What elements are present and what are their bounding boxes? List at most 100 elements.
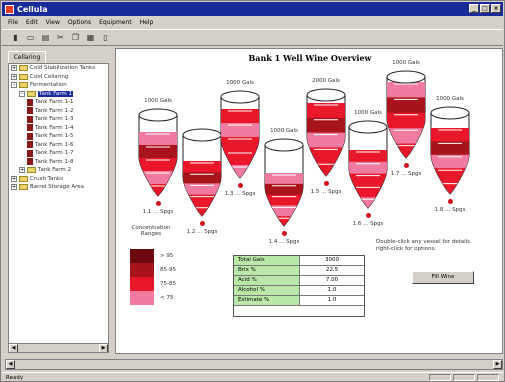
tank-lid [348,120,388,134]
stats-value: 7.00 [300,276,364,285]
tree-item-label: Tank Farm 1 [38,90,74,97]
legend-label: 75-85 [160,281,176,287]
tank-vessel[interactable] [306,87,346,177]
outlet-valve-icon[interactable] [156,201,161,206]
outlet-valve-icon[interactable] [448,199,453,204]
tree-item[interactable]: + Barrel Storage Area [9,183,108,192]
tree-item[interactable]: Tank Farm 1-3 [9,115,108,124]
menu-file[interactable]: File [8,19,18,26]
collapse-icon[interactable]: - [11,82,17,89]
copy-icon[interactable]: ❐ [70,32,81,43]
menu-view[interactable]: View [46,19,60,26]
folder-icon [19,175,28,182]
tree-item[interactable]: + Crush Tanks [9,175,108,184]
outlet-valve-icon[interactable] [238,183,243,188]
expand-icon[interactable]: + [19,167,25,174]
status-panel [429,374,451,381]
menu-help[interactable]: Help [140,19,154,26]
tank-vessel[interactable] [386,69,426,159]
tank-lid [430,106,470,120]
menu-equipment[interactable]: Equipment [99,19,132,26]
stats-value: 22.5 [300,266,364,275]
scroll-left-icon[interactable]: ◀ [9,344,18,352]
minimize-button[interactable]: _ [469,4,479,13]
tank-status-label: 1.8 ... Spgs [434,207,466,213]
tank-capacity-label: 2000 Gals [312,78,340,84]
tree-item[interactable]: - Fermentation [9,81,108,90]
tree-item-label: Tank Farm 1-7 [35,150,74,157]
tree-item[interactable]: + Cold Stabilization Tanks [9,64,108,73]
paste-icon[interactable]: ▦ [85,32,96,43]
tab-cellaring[interactable]: Cellaring [8,51,46,63]
tank-capacity-label: 1000 Gals [144,98,172,104]
menu-bar: File Edit View Options Equipment Help [2,17,503,28]
stats-row: Estimate % 1.0 [234,296,364,306]
save-icon[interactable]: ▤ [40,32,51,43]
tree-item[interactable]: + Tank Farm 2 [9,166,108,175]
tank-graphic [386,70,426,159]
tank-lid [386,70,426,84]
stats-row: Alcohol % 1.0 [234,286,364,296]
expand-icon[interactable]: + [11,175,17,182]
tank-vessel[interactable] [348,119,388,209]
menu-options[interactable]: Options [68,19,91,26]
tank-lid [220,90,260,104]
cut-icon[interactable]: ✂ [55,32,66,43]
stats-key: Brix % [234,266,300,275]
collapse-icon[interactable]: - [19,90,25,97]
stats-key: Estimate % [234,296,300,305]
tank-vessel[interactable] [220,89,260,179]
main-horizontal-scrollbar[interactable]: ◀ ▶ [5,359,503,370]
outlet-valve-icon[interactable] [404,163,409,168]
tree-item[interactable]: Tank Farm 1-1 [9,98,108,107]
open-icon[interactable]: ▭ [25,32,36,43]
tree-item[interactable]: Tank Farm 1-6 [9,141,108,150]
tree-item-label: Cold Stabilization Tanks [30,65,95,72]
scroll-left-icon[interactable]: ◀ [6,360,15,369]
expand-icon[interactable]: + [11,65,17,72]
scroll-right-icon[interactable]: ▶ [493,360,502,369]
outlet-valve-icon[interactable] [366,213,371,218]
tree-item-label: Tank Farm 1-6 [35,141,74,148]
tank-graphic [264,138,304,227]
outlet-valve-icon[interactable] [282,231,287,236]
legend-label: < 75 [160,295,174,301]
tree-item[interactable]: Tank Farm 1-2 [9,107,108,116]
legend-swatch [130,291,154,305]
tree-item[interactable]: Tank Farm 1-7 [9,149,108,158]
menu-edit[interactable]: Edit [26,19,38,26]
tank-vessel[interactable] [182,127,222,217]
tank-vessel[interactable] [430,105,470,195]
tank-status-label: 1.5 ... Spgs [310,189,342,195]
tree-item[interactable]: Tank Farm 1-8 [9,158,108,167]
tree-item[interactable]: - Tank Farm 1 [9,90,108,99]
stats-table: Total Gals 3000 Brix % 22.5 Acid % 7.00 Alcoho… [233,255,365,317]
title-bar[interactable]: Cellula _ □ × [2,2,503,16]
tank-vessel[interactable] [138,107,178,197]
expand-icon[interactable]: + [11,184,17,191]
close-button[interactable]: × [491,4,501,13]
status-panels [429,374,499,381]
folder-icon [19,82,28,89]
outlet-valve-icon[interactable] [200,221,205,226]
tank-vessel[interactable] [264,137,304,227]
outlet-valve-icon[interactable] [324,181,329,186]
tree-item[interactable]: Tank Farm 1-5 [9,132,108,141]
tank-capacity-label: 1000 Gals [436,96,464,102]
scroll-right-icon[interactable]: ▶ [99,344,108,352]
expand-icon[interactable]: + [11,73,17,80]
tank-lid [306,88,346,102]
tree-item-label: Tank Farm 1-2 [35,107,74,114]
tree-horizontal-scrollbar[interactable]: ◀ ▶ [9,343,108,352]
fill-wine-button[interactable]: Fill Wine [412,271,474,284]
tank-graphic [138,108,178,197]
new-icon[interactable]: ▮ [10,32,21,43]
maximize-button[interactable]: □ [480,4,490,13]
tank-icon [27,124,33,132]
tank-icon [27,149,33,157]
tree-item[interactable]: Tank Farm 1-4 [9,124,108,133]
tree-item[interactable]: + Cold Cellaring [9,73,108,82]
print-icon[interactable]: ▯ [100,32,111,43]
tree-item-label: Fermentation [30,82,67,89]
tank-status-label: 1.1 ... Spgs [142,209,174,215]
